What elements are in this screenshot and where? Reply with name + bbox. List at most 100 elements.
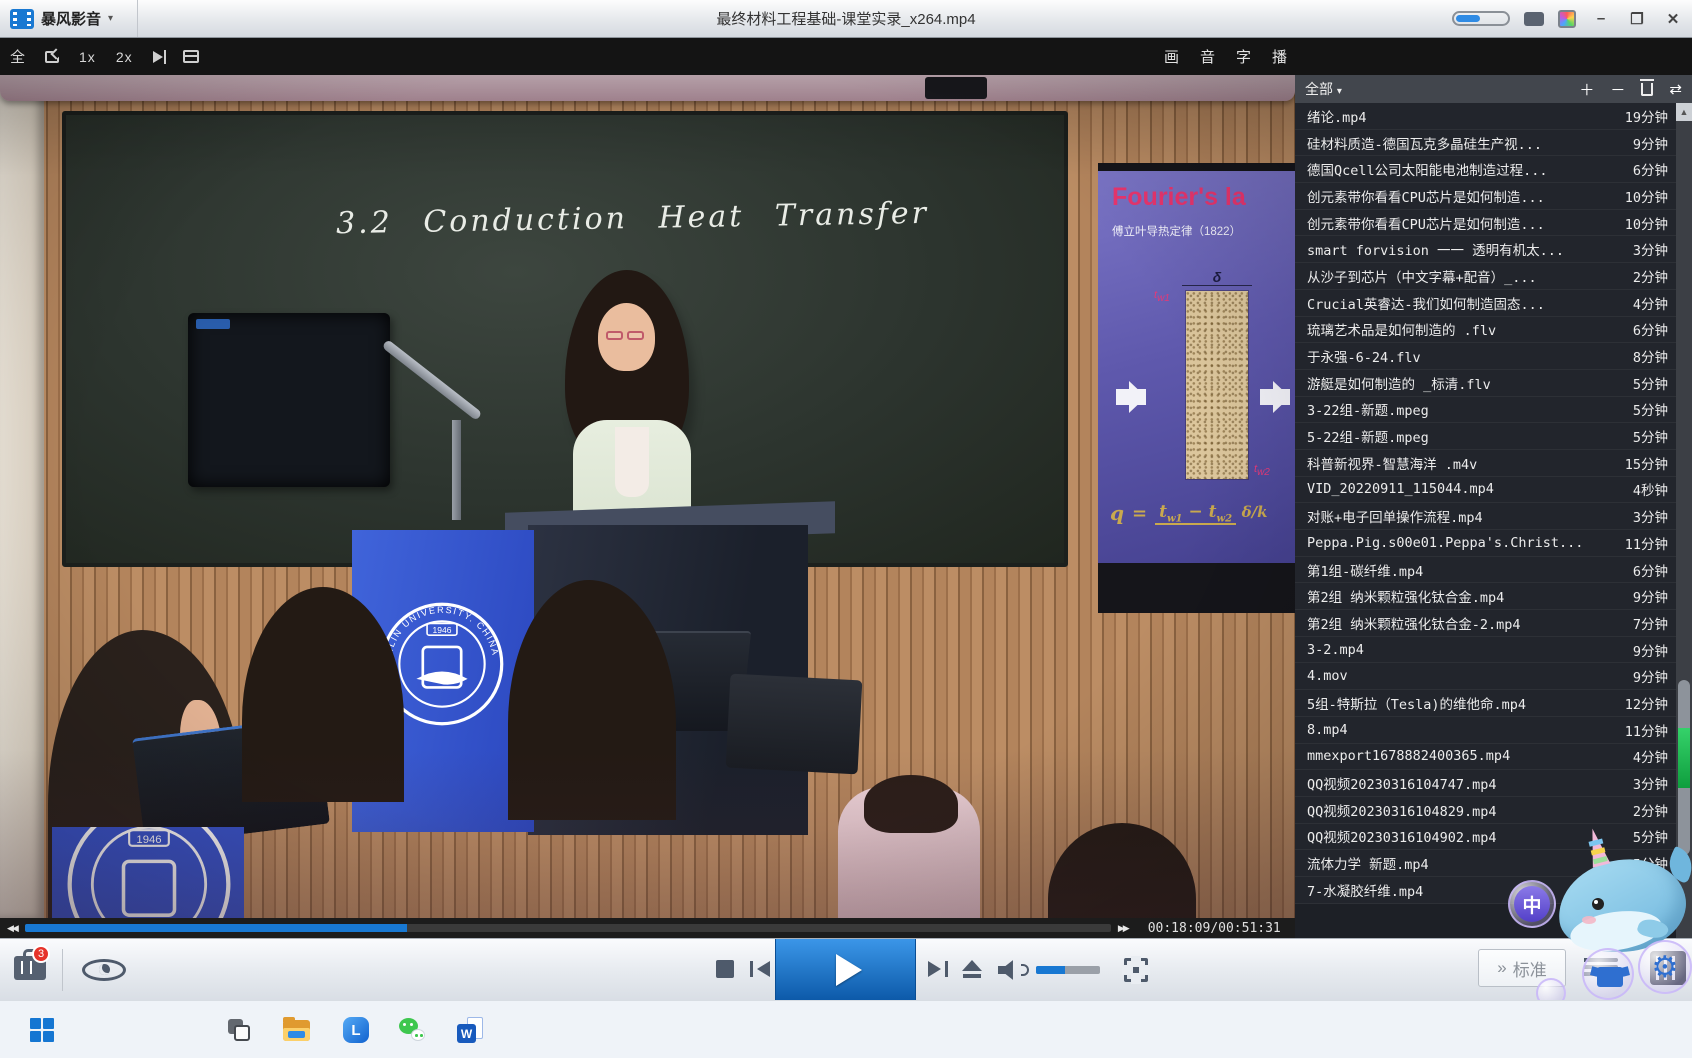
video-frame[interactable]: 3.2 Conduction Heat Transfer Fourier's l… (0, 75, 1295, 918)
next-button[interactable] (928, 961, 950, 977)
playlist-item[interactable]: 琉璃艺术品是如何制造的 .flv 6分钟 (1295, 317, 1676, 344)
playlist-item[interactable]: 硅材料质造-德国瓦克多晶硅生产视... 9分钟 (1295, 130, 1676, 157)
app-name: 暴风影音 (41, 8, 101, 29)
scene-wall-trim (0, 75, 1295, 101)
wechat-button[interactable] (396, 1014, 428, 1046)
scroll-up-button[interactable]: ▲ (1676, 103, 1692, 121)
fullscreen-icon-dot (1133, 967, 1139, 973)
mini-mode-toggle[interactable] (1452, 11, 1510, 26)
fast-forward-icon[interactable]: ▶▶ (1111, 923, 1136, 934)
playlist-item-duration: 2分钟 (1633, 800, 1668, 820)
playlist-scrollbar[interactable]: ▲ (1676, 103, 1692, 938)
title-bar: 暴风影音 ▾ 最终材料工程基础-课堂实录_x264.mp4 – ❐ ✕ (0, 0, 1692, 38)
theme-skin-icon[interactable] (1558, 10, 1576, 28)
playlist-item[interactable]: 德国Qcell公司太阳能电池制造过程... 6分钟 (1295, 156, 1676, 183)
word-button[interactable]: W (454, 1014, 486, 1046)
stop-button[interactable] (716, 960, 734, 978)
playlist-item[interactable]: 创元素带你看看CPU芯片是如何制造... 10分钟 (1295, 183, 1676, 210)
task-view-button[interactable] (222, 1014, 254, 1046)
playback-speed-button[interactable]: » 标准 (1478, 949, 1566, 987)
remove-media-button[interactable]: － (1610, 79, 1625, 100)
file-explorer-button[interactable] (280, 1014, 312, 1046)
teacher-shirt (615, 427, 649, 497)
close-button[interactable]: ✕ (1662, 10, 1684, 28)
zoom-1x-button[interactable]: 1x (79, 49, 96, 65)
rewind-icon[interactable]: ◀◀ (0, 923, 25, 934)
split-screen-icon[interactable] (183, 50, 199, 63)
add-media-button[interactable]: ＋ (1579, 79, 1594, 100)
playback-menu[interactable]: 播 (1272, 46, 1287, 67)
playlist-item[interactable]: 4.mov 9分钟 (1295, 663, 1676, 690)
playlist-item[interactable]: 绪论.mp4 19分钟 (1295, 103, 1676, 130)
playlist-toggle-icon[interactable] (1584, 955, 1618, 983)
seek-track[interactable] (25, 924, 1111, 932)
playlist-item[interactable]: QQ视频20230316104747.mp4 3分钟 (1295, 770, 1676, 797)
filter-all-dropdown[interactable]: 全部 ▾ (1305, 79, 1342, 99)
playlist-item[interactable]: 5-22组-新题.mpeg 5分钟 (1295, 423, 1676, 450)
speaker-wave-icon (1021, 964, 1029, 976)
playlist-item[interactable]: 7-水凝胶纤维.mp4 (1295, 877, 1676, 904)
playlist-item[interactable]: 3-22组-新题.mpeg 5分钟 (1295, 397, 1676, 424)
playlist-item[interactable]: 8.mp4 11分钟 (1295, 717, 1676, 744)
blue-l-app-button[interactable]: L (340, 1014, 372, 1046)
playlist-item-name: 琉璃艺术品是如何制造的 .flv (1307, 319, 1496, 339)
minimize-button[interactable]: – (1590, 10, 1612, 27)
baofeng-logo-icon (10, 9, 34, 29)
volume-slider[interactable] (1036, 966, 1100, 974)
playlist-item[interactable]: Crucial英睿达-我们如何制造固态... 4分钟 (1295, 290, 1676, 317)
playlist-item[interactable]: 第2组 纳米颗粒强化钛合金.mp4 9分钟 (1295, 583, 1676, 610)
app-menu-arrow-icon[interactable]: ▾ (108, 13, 113, 24)
clear-playlist-icon[interactable] (1641, 83, 1653, 96)
playlist-item[interactable]: 于永强-6-24.flv 8分钟 (1295, 343, 1676, 370)
settings-icon[interactable] (1650, 951, 1686, 985)
playlist-item[interactable]: QQ视频20230316104902.mp4 5分钟 (1295, 824, 1676, 851)
loop-mode-icon[interactable]: ⇄ (1669, 80, 1682, 98)
playlist-item[interactable]: 3-2.mp4 9分钟 (1295, 637, 1676, 664)
scrollbar-thumb[interactable] (1678, 680, 1690, 855)
playlist-item[interactable]: 科普新视界-智慧海洋 .m4v 15分钟 (1295, 450, 1676, 477)
scene-projector-screen: Fourier's la 傅立叶导热定律（1822） δ tw1 tw2 q =… (1098, 163, 1295, 613)
volume-speaker-icon[interactable] (998, 959, 1020, 981)
playlist-item-name: smart forvision 一一 透明有机太... (1307, 239, 1564, 259)
playlist-item[interactable]: 从沙子到芯片（中文字幕+配音）_... 2分钟 (1295, 263, 1676, 290)
snapshot-icon[interactable] (45, 51, 59, 63)
playlist-item-duration: 2分钟 (1633, 266, 1668, 286)
eject-icon[interactable] (962, 960, 982, 978)
playlist-item-name: 硅材料质造-德国瓦克多晶硅生产视... (1307, 133, 1542, 153)
zoom-2x-button[interactable]: 2x (116, 49, 133, 65)
playlist-item[interactable]: 第1组-碳纤维.mp4 6分钟 (1295, 557, 1676, 584)
previous-button[interactable] (748, 961, 770, 977)
playlist-item[interactable]: 5组-特斯拉（Tesla)的维他命.mp4 12分钟 (1295, 690, 1676, 717)
playlist-item[interactable]: QQ视频20230316104829.mp4 2分钟 (1295, 797, 1676, 824)
playlist-item[interactable]: Peppa.Pig.s00e01.Peppa's.Christ... 11分钟 (1295, 530, 1676, 557)
playlist-item[interactable]: 对账+电子回单操作流程.mp4 3分钟 (1295, 503, 1676, 530)
playlist-item[interactable]: 流体力学 新题.mp4 5分钟 (1295, 850, 1676, 877)
restore-button[interactable]: ❐ (1626, 10, 1648, 28)
playlist-item[interactable]: VID_20220911_115044.mp4 4秒钟 (1295, 477, 1676, 504)
playlist-item[interactable]: 第2组 纳米颗粒强化钛合金-2.mp4 7分钟 (1295, 610, 1676, 637)
fullscreen-button[interactable]: 全 (10, 46, 25, 67)
picture-menu[interactable]: 画 (1164, 46, 1179, 67)
playlist-item-duration: 5分钟 (1633, 853, 1668, 873)
audio-menu[interactable]: 音 (1200, 46, 1215, 67)
always-on-top-icon[interactable] (153, 51, 163, 63)
playlist-item[interactable]: smart forvision 一一 透明有机太... 3分钟 (1295, 236, 1676, 263)
playlist-item-duration: 9分钟 (1633, 586, 1668, 606)
volume-fill (1036, 966, 1065, 974)
playlist-item[interactable]: 游艇是如何制造的 _标清.flv 5分钟 (1295, 370, 1676, 397)
feedback-bubble-icon[interactable] (1524, 12, 1544, 26)
playlist-item-name: 4.mov (1307, 668, 1348, 684)
playlist-filter-row: 全部 ▾ ＋ － ⇄ (1295, 75, 1692, 103)
teacher-glasses (606, 331, 648, 341)
start-button[interactable] (26, 1014, 58, 1046)
playlist-item-duration: 5分钟 (1633, 373, 1668, 393)
subtitle-menu[interactable]: 字 (1236, 46, 1251, 67)
play-button[interactable] (775, 939, 916, 1001)
playlist-item[interactable]: mmexport1678882400365.mp4 4分钟 (1295, 744, 1676, 771)
playlist-item[interactable]: 创元素带你看看CPU芯片是如何制造... 10分钟 (1295, 210, 1676, 237)
app-menu[interactable]: 暴风影音 ▾ (0, 0, 138, 37)
eye-protect-icon[interactable] (82, 959, 126, 981)
playlist-item-duration: 3分钟 (1633, 239, 1668, 259)
playlist-item-duration: 11分钟 (1625, 720, 1668, 740)
control-bar: 3 » 标准 (0, 938, 1692, 1000)
